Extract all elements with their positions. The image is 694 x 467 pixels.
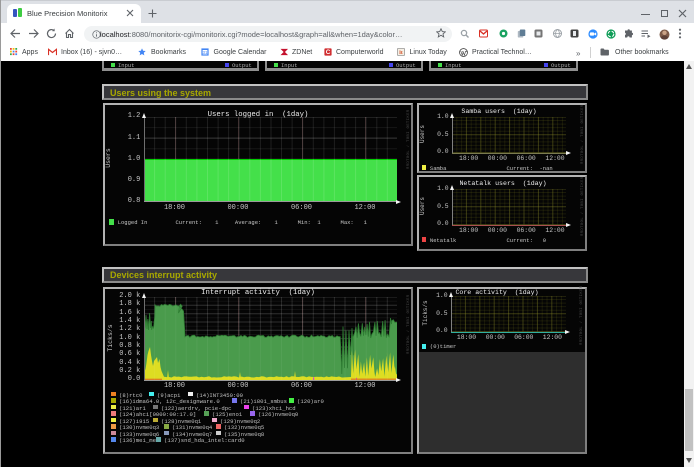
svg-text:31: 31: [203, 50, 208, 55]
svg-text:C: C: [326, 49, 331, 56]
svg-text:lt: lt: [399, 50, 403, 56]
